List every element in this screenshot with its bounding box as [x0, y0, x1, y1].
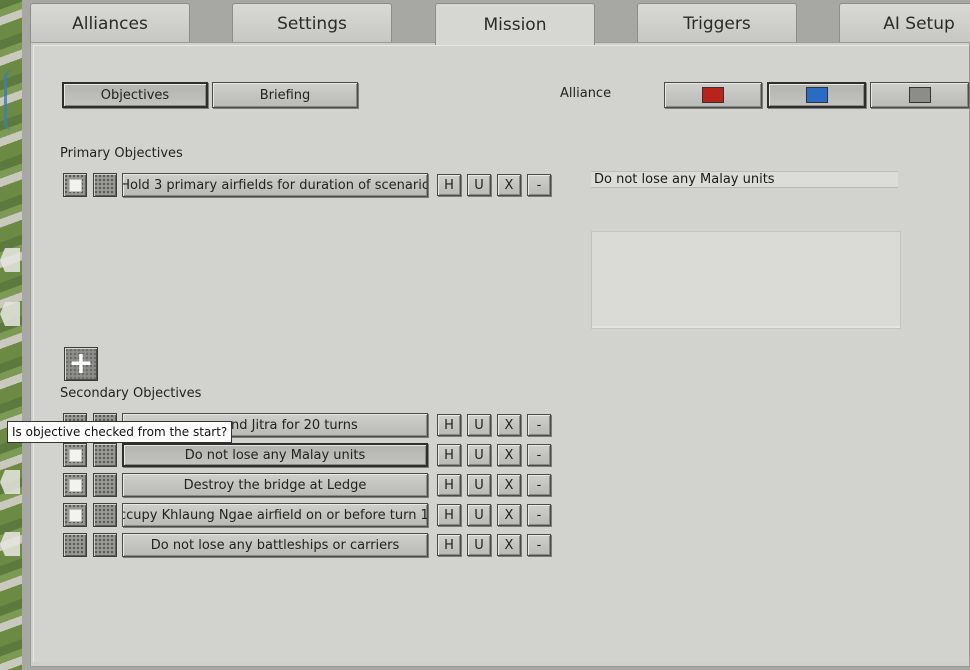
objective-name-button[interactable]: Do not lose any Malay units [122, 443, 428, 467]
objective-remove-button[interactable]: - [527, 474, 551, 496]
map-hex [0, 248, 20, 272]
tab-ai-setup[interactable]: AI Setup [839, 3, 970, 43]
objective-u-button[interactable]: U [467, 414, 491, 436]
tab-mission[interactable]: Mission [435, 3, 595, 45]
alliance-red-button[interactable] [664, 82, 762, 108]
objective-u-button[interactable]: U [467, 534, 491, 556]
objective-h-button[interactable]: H [437, 534, 461, 556]
map-hex [0, 470, 20, 494]
mission-panel-inner [33, 45, 969, 662]
red-swatch [702, 87, 724, 103]
checked-at-start-checkbox[interactable] [63, 173, 87, 197]
alliance-blue-button[interactable] [767, 82, 866, 108]
objective-h-button[interactable]: H [437, 444, 461, 466]
objective-name-button[interactable]: Do not lose any battleships or carriers [122, 533, 428, 557]
objective-remove-button[interactable]: - [527, 174, 551, 196]
objective-toggle-checkbox[interactable] [93, 443, 117, 467]
objective-x-button[interactable]: X [497, 534, 521, 556]
objective-remove-button[interactable]: - [527, 414, 551, 436]
objective-remove-button[interactable]: - [527, 534, 551, 556]
objective-h-button[interactable]: H [437, 174, 461, 196]
tab-triggers[interactable]: Triggers [637, 3, 797, 43]
map-hex [0, 532, 20, 556]
checked-at-start-checkbox[interactable] [63, 473, 87, 497]
blue-swatch [805, 87, 828, 103]
objective-toggle-checkbox[interactable] [93, 473, 117, 497]
objective-u-button[interactable]: U [467, 504, 491, 526]
objective-h-button[interactable]: H [437, 504, 461, 526]
objective-name-button[interactable]: Occupy Khlaung Ngae airfield on or befor… [122, 503, 428, 527]
checkbox-tooltip: Is objective checked from the start? [7, 421, 233, 443]
checkbox-mark [68, 508, 82, 522]
objective-x-button[interactable]: X [497, 474, 521, 496]
objective-u-button[interactable]: U [467, 444, 491, 466]
mission-panel [30, 42, 970, 667]
add-objective-button[interactable]: + [64, 347, 98, 381]
objective-u-button[interactable]: U [467, 474, 491, 496]
map-hex [0, 302, 20, 326]
objective-x-button[interactable]: X [497, 504, 521, 526]
tab-alliances[interactable]: Alliances [30, 3, 190, 43]
checked-at-start-checkbox[interactable] [63, 443, 87, 467]
tab-settings[interactable]: Settings [232, 3, 392, 43]
checked-at-start-checkbox[interactable] [63, 533, 87, 557]
secondary-objectives-heading: Secondary Objectives [60, 386, 202, 401]
map-background [0, 0, 22, 670]
primary-objectives-heading: Primary Objectives [60, 146, 183, 161]
checkbox-mark [68, 178, 82, 192]
objective-toggle-checkbox[interactable] [93, 533, 117, 557]
objective-name-button[interactable]: Destroy the bridge at Ledge [122, 473, 428, 497]
objective-h-button[interactable]: H [437, 414, 461, 436]
alliance-label: Alliance [560, 86, 612, 101]
objective-toggle-checkbox[interactable] [93, 503, 117, 527]
objective-name-button[interactable]: Hold 3 primary airfields for duration of… [122, 173, 428, 197]
objectives-toggle-button[interactable]: Objectives [62, 82, 208, 108]
objective-remove-button[interactable]: - [527, 504, 551, 526]
objective-u-button[interactable]: U [467, 174, 491, 196]
checked-at-start-checkbox[interactable] [63, 503, 87, 527]
checkbox-mark [68, 478, 82, 492]
alliance-grey-button[interactable] [870, 82, 969, 108]
objective-x-button[interactable]: X [497, 174, 521, 196]
map-river [4, 70, 21, 130]
objective-x-button[interactable]: X [497, 444, 521, 466]
objective-title-field[interactable]: Do not lose any Malay units [591, 171, 898, 188]
checkbox-mark [68, 448, 82, 462]
objective-remove-button[interactable]: - [527, 444, 551, 466]
objective-h-button[interactable]: H [437, 474, 461, 496]
objective-toggle-checkbox[interactable] [93, 173, 117, 197]
objective-description-box[interactable] [591, 231, 901, 329]
objective-x-button[interactable]: X [497, 414, 521, 436]
briefing-toggle-button[interactable]: Briefing [212, 82, 358, 108]
grey-swatch [908, 87, 931, 103]
